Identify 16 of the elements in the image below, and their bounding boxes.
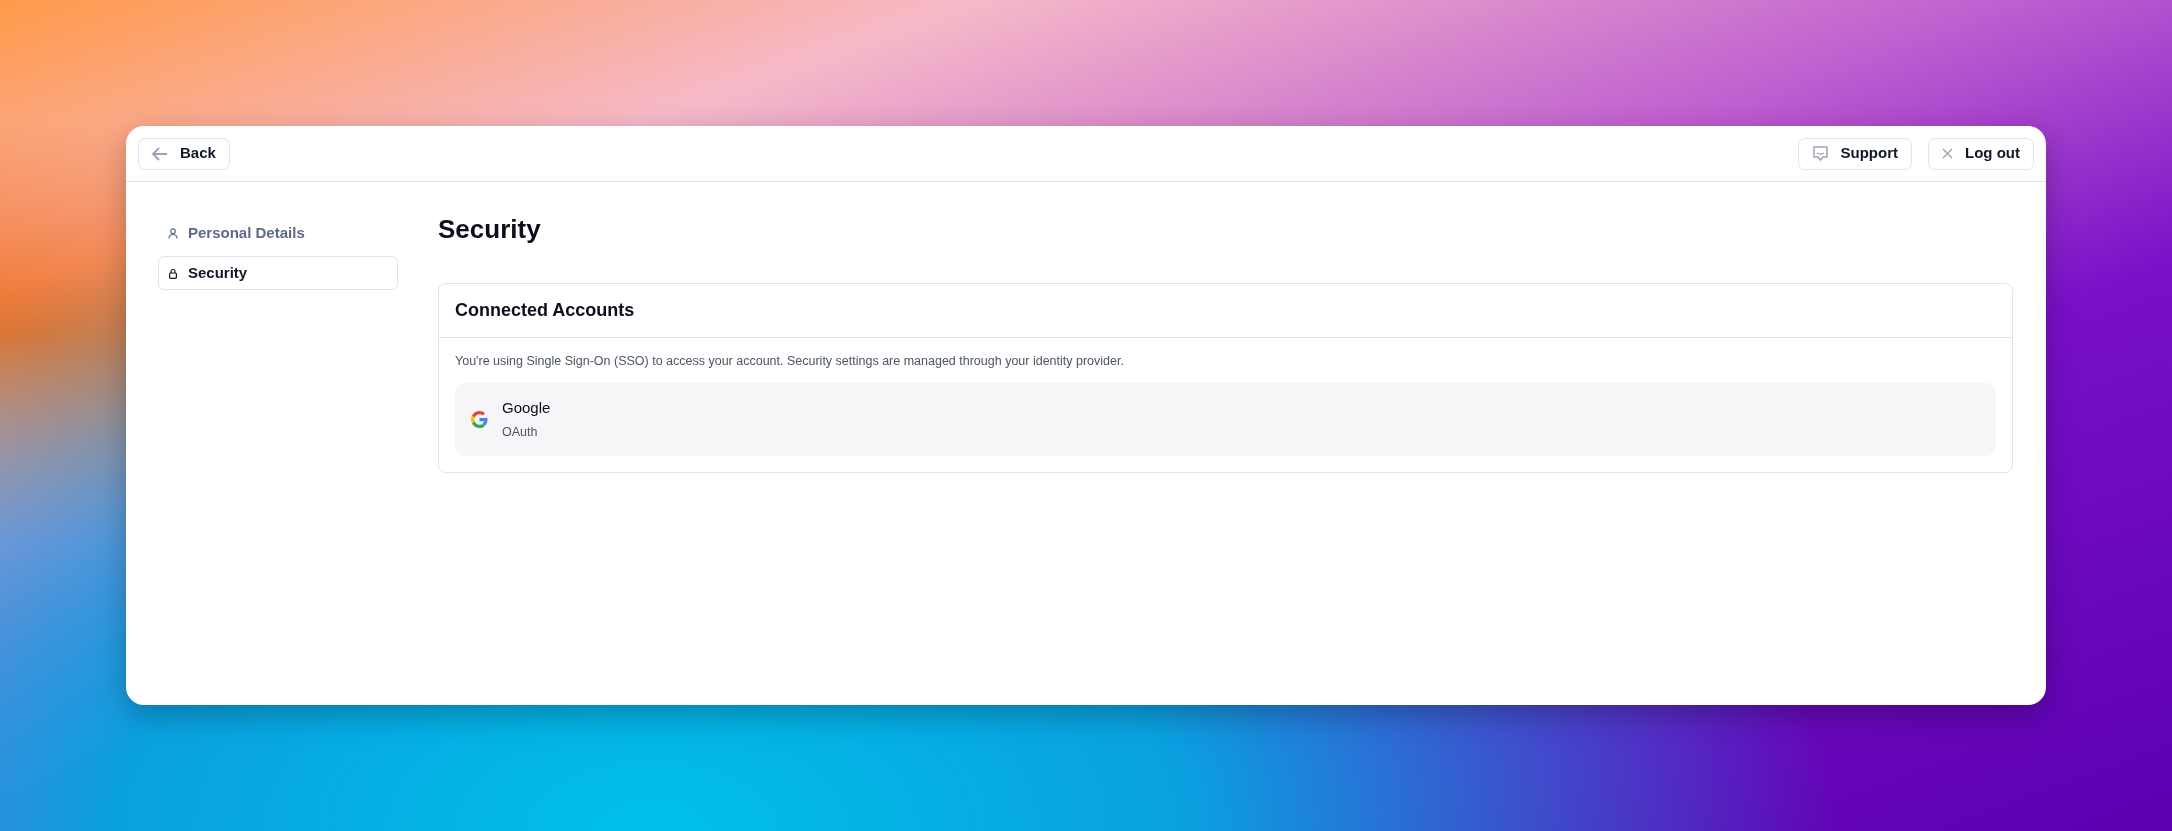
sidebar-item[interactable]: Personal Details bbox=[158, 216, 398, 250]
person-icon bbox=[168, 227, 178, 239]
support-button[interactable]: Support bbox=[1797, 137, 1912, 170]
google-logo-icon bbox=[471, 411, 488, 429]
account-name: Google bbox=[502, 397, 551, 418]
card-title: Connected Accounts bbox=[439, 284, 2012, 339]
sso-description: You're using Single Sign-On (SSO) to access your account. Security settings are managed through your identity provider. bbox=[455, 353, 1125, 371]
log-out-button[interactable]: Log out bbox=[1928, 137, 2034, 170]
chat-icon bbox=[1811, 145, 1829, 162]
account-type: OAuth bbox=[502, 424, 539, 442]
back-button[interactable]: Back bbox=[138, 137, 230, 170]
close-icon bbox=[1942, 148, 1953, 159]
page-title: Security bbox=[438, 214, 542, 246]
sidebar-item[interactable]: Security bbox=[158, 256, 398, 290]
lock-icon bbox=[168, 267, 178, 279]
arrow-left-icon bbox=[152, 146, 168, 161]
